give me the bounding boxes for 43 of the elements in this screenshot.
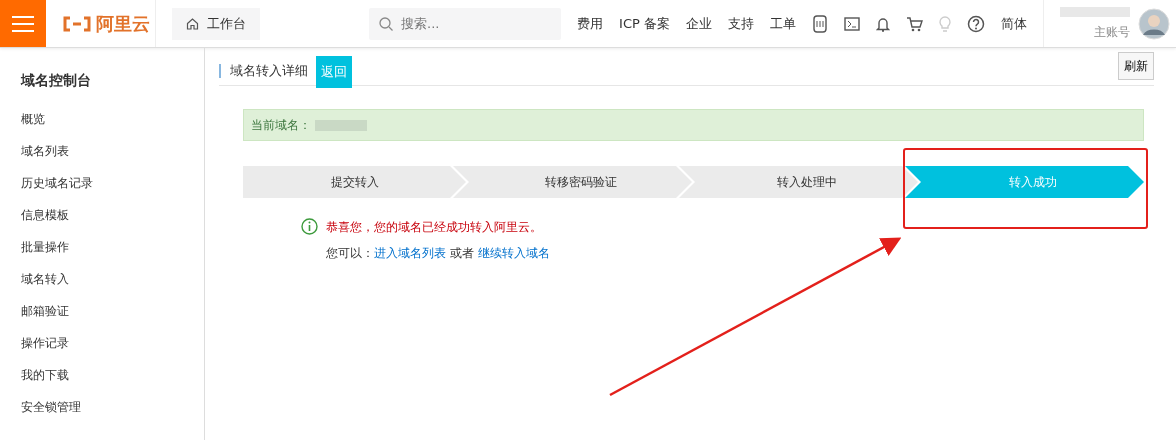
sidebar-item[interactable]: 概览 [21,111,204,143]
menu-button[interactable] [0,0,46,47]
sidebar-title: 域名控制台 [21,71,92,90]
cart-icon[interactable] [906,15,923,32]
sidebar-item[interactable]: 域名转入 [21,271,204,303]
sidebar-item[interactable]: 操作记录 [21,335,204,367]
logo-icon [62,15,92,32]
account-role: 主账号 [1094,23,1130,41]
next-steps-text: 您可以：进入域名列表 或者 继续转入域名 [326,245,550,262]
sidebar-item[interactable]: 安全锁管理 [21,399,204,431]
progress-step: 转入成功 [905,166,1144,198]
menu-icon [12,15,34,32]
sidebar-item[interactable]: 域名列表 [21,143,204,175]
sidebar-item[interactable]: 批量操作 [21,239,204,271]
logo-text: 阿里云 [96,12,150,36]
nav-link[interactable]: ICP 备案 [619,13,670,34]
terminal-icon[interactable] [844,16,860,31]
avatar-icon[interactable] [1138,7,1170,40]
sidebar-item[interactable]: 我的下载 [21,367,204,399]
progress-step: 转入处理中 [679,166,918,198]
page-title: 域名转入详细 [219,64,308,78]
success-message: 恭喜您，您的域名已经成功转入阿里云。 [326,219,543,236]
sidebar-item[interactable]: 历史域名记录 [21,175,204,207]
nav-link[interactable]: 工单 [770,13,796,34]
continue-transfer-link[interactable]: 继续转入域名 [477,246,550,260]
workbench-button[interactable]: 工作台 [172,7,260,40]
progress-step: 转移密码验证 [453,166,692,198]
api-icon[interactable] [812,14,828,33]
refresh-button[interactable]: 刷新 [1118,52,1154,80]
language-link[interactable]: 简体 [1001,13,1027,34]
search-field[interactable]: 搜索... [369,7,562,40]
current-domain-label: 当前域名： [251,117,311,134]
nav-link[interactable]: 支持 [728,13,754,34]
domain-list-link[interactable]: 进入域名列表 [374,246,446,260]
sidebar-item[interactable]: 邮箱验证 [21,303,204,335]
help-icon[interactable] [967,14,985,33]
home-icon [186,17,199,30]
info-icon [301,218,318,235]
bell-icon[interactable] [876,15,890,32]
nav-link[interactable]: 费用 [577,13,604,34]
nav-link[interactable]: 企业 [686,13,712,34]
sidebar-item[interactable]: 信息模板 [21,207,204,239]
progress-step: 提交转入 [243,166,466,198]
